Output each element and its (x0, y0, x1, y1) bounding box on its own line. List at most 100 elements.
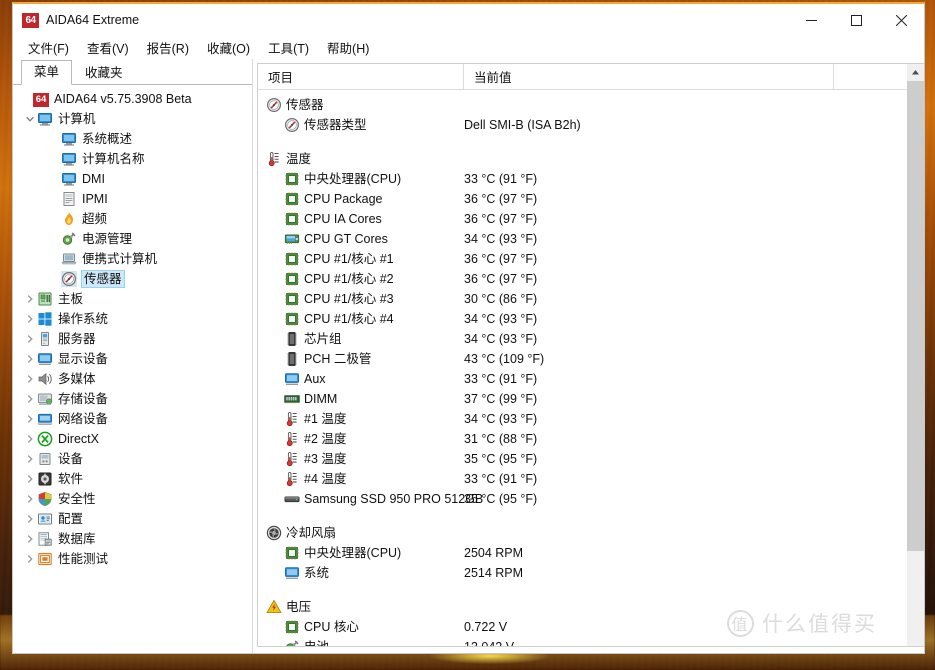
sensor-label: 电压 (286, 600, 312, 614)
sensor-row[interactable]: #1 温度 34 °C (93 °F) (258, 409, 907, 429)
sidebar-item-操作系统[interactable]: 操作系统 (13, 309, 252, 329)
sensor-row[interactable]: #2 温度 31 °C (88 °F) (258, 429, 907, 449)
sidebar-item-label: 设备 (58, 452, 84, 466)
sidebar-item-计算机[interactable]: 计算机 (13, 109, 252, 129)
sidebar-item-显示设备[interactable]: 显示设备 (13, 349, 252, 369)
sensor-row[interactable]: CPU #1/核心 #3 30 °C (86 °F) (258, 289, 907, 309)
sidebar-item-超频[interactable]: 超频 (13, 209, 252, 229)
expander-right-icon[interactable] (23, 292, 37, 306)
expander-right-icon[interactable] (23, 492, 37, 506)
sensor-label: Samsung SSD 950 PRO 512GB (304, 492, 484, 506)
sensor-label: #1 温度 (304, 412, 347, 426)
sensor-value: 35 °C (95 °F) (464, 452, 538, 466)
sensor-label: 传感器类型 (304, 118, 367, 132)
sidebar-item-DirectX[interactable]: DirectX (13, 429, 252, 449)
expander-right-icon[interactable] (23, 512, 37, 526)
sensor-group-header[interactable]: 温度 (258, 149, 907, 169)
sidebar-item-IPMI[interactable]: IPMI (13, 189, 252, 209)
sidebar-item-DMI[interactable]: DMI (13, 169, 252, 189)
sensor-row[interactable]: CPU #1/核心 #1 36 °C (97 °F) (258, 249, 907, 269)
sensor-group-header[interactable]: 冷却风扇 (258, 523, 907, 543)
column-header-item[interactable]: 项目 (258, 64, 464, 89)
sensor-row[interactable]: Aux 33 °C (91 °F) (258, 369, 907, 389)
mainboard-icon (37, 291, 53, 307)
expander-right-icon[interactable] (23, 372, 37, 386)
sensor-value: 30 °C (86 °F) (464, 292, 538, 306)
close-button[interactable] (879, 4, 924, 36)
main-split: 菜单 收藏夹 64 AIDA64 v5.75.3908 Beta 计算机 系统概述 计算… (13, 59, 924, 653)
sensor-row[interactable]: 中央处理器(CPU) 33 °C (91 °F) (258, 169, 907, 189)
sensor-row[interactable]: 电池 13.042 V (258, 637, 907, 646)
sensor-row[interactable]: CPU IA Cores 36 °C (97 °F) (258, 209, 907, 229)
sidebar-item-电源管理[interactable]: 电源管理 (13, 229, 252, 249)
sensor-value: 36 °C (97 °F) (464, 252, 538, 266)
scrollbar-track[interactable] (907, 81, 924, 646)
minimize-button[interactable] (789, 4, 834, 36)
sidebar-item-设备[interactable]: 设备 (13, 449, 252, 469)
sensor-row[interactable]: PCH 二极管 43 °C (109 °F) (258, 349, 907, 369)
tab-favorites[interactable]: 收藏夹 (72, 61, 136, 85)
sidebar-item-安全性[interactable]: 安全性 (13, 489, 252, 509)
expander-right-icon[interactable] (23, 472, 37, 486)
sidebar-item-存储设备[interactable]: 存储设备 (13, 389, 252, 409)
sensor-row[interactable]: 系统 2514 RPM (258, 563, 907, 583)
expander-right-icon[interactable] (23, 452, 37, 466)
sidebar-item-数据库[interactable]: 数据库 (13, 529, 252, 549)
sensor-row[interactable]: #3 温度 35 °C (95 °F) (258, 449, 907, 469)
tab-menu[interactable]: 菜单 (21, 60, 73, 85)
tree-root-label: AIDA64 v5.75.3908 Beta (54, 92, 192, 106)
sensor-group-header[interactable]: 电压 (258, 597, 907, 617)
menu-help[interactable]: 帮助(H) (318, 36, 378, 60)
tree-root[interactable]: 64 AIDA64 v5.75.3908 Beta (13, 89, 252, 109)
sensor-row[interactable]: CPU 核心 0.722 V (258, 617, 907, 637)
sensor-row[interactable]: DIMM 37 °C (99 °F) (258, 389, 907, 409)
expander-right-icon[interactable] (23, 552, 37, 566)
sensor-row[interactable]: Samsung SSD 950 PRO 512GB 35 °C (95 °F) (258, 489, 907, 509)
sidebar-item-性能测试[interactable]: 性能测试 (13, 549, 252, 569)
sensor-row[interactable]: CPU Package 36 °C (97 °F) (258, 189, 907, 209)
expander-right-icon[interactable] (23, 352, 37, 366)
sidebar-item-软件[interactable]: 软件 (13, 469, 252, 489)
column-header-row: 项目 当前值 (258, 64, 907, 90)
maximize-button[interactable] (834, 4, 879, 36)
sidebar-item-配置[interactable]: 配置 (13, 509, 252, 529)
expander-right-icon[interactable] (23, 412, 37, 426)
menu-view[interactable]: 查看(V) (78, 36, 138, 60)
sensor-row[interactable]: 中央处理器(CPU) 2504 RPM (258, 543, 907, 563)
sensor-row[interactable]: 芯片组 34 °C (93 °F) (258, 329, 907, 349)
title-bar[interactable]: 64 AIDA64 Extreme (13, 4, 924, 36)
sensor-row[interactable]: CPU #1/核心 #4 34 °C (93 °F) (258, 309, 907, 329)
menu-favorites[interactable]: 收藏(O) (198, 36, 259, 60)
expander-right-icon[interactable] (23, 332, 37, 346)
sensor-row[interactable]: CPU GT Cores 34 °C (93 °F) (258, 229, 907, 249)
menu-file[interactable]: 文件(F) (19, 36, 78, 60)
expander-right-icon[interactable] (23, 532, 37, 546)
column-header-value[interactable]: 当前值 (464, 64, 834, 89)
sidebar-item-传感器[interactable]: 传感器 (13, 269, 252, 289)
sidebar-item-计算机名称[interactable]: 计算机名称 (13, 149, 252, 169)
sidebar-item-多媒体[interactable]: 多媒体 (13, 369, 252, 389)
expander-right-icon[interactable] (23, 392, 37, 406)
sidebar-item-便携式计算机[interactable]: 便携式计算机 (13, 249, 252, 269)
sensor-value: 36 °C (97 °F) (464, 192, 538, 206)
sensor-row[interactable]: 传感器类型 Dell SMI-B (ISA B2h) (258, 115, 907, 135)
cpu-icon (284, 191, 300, 207)
expander-down-icon[interactable] (23, 112, 37, 126)
sidebar-item-主板[interactable]: 主板 (13, 289, 252, 309)
sensor-row[interactable]: CPU #1/核心 #2 36 °C (97 °F) (258, 269, 907, 289)
menu-tools[interactable]: 工具(T) (259, 36, 318, 60)
scroll-up-icon[interactable] (907, 64, 924, 81)
cpu-icon (284, 311, 300, 327)
expander-right-icon[interactable] (23, 312, 37, 326)
sidebar-item-label: DMI (82, 172, 105, 186)
sensor-row[interactable]: #4 温度 33 °C (91 °F) (258, 469, 907, 489)
vertical-scrollbar[interactable] (907, 63, 924, 647)
sensor-group-header[interactable]: 传感器 (258, 95, 907, 115)
menu-report[interactable]: 报告(R) (138, 36, 198, 60)
sidebar-item-服务器[interactable]: 服务器 (13, 329, 252, 349)
sensor-value: 35 °C (95 °F) (464, 492, 538, 506)
scrollbar-thumb[interactable] (907, 81, 924, 551)
expander-right-icon[interactable] (23, 432, 37, 446)
sidebar-item-网络设备[interactable]: 网络设备 (13, 409, 252, 429)
sidebar-item-系统概述[interactable]: 系统概述 (13, 129, 252, 149)
